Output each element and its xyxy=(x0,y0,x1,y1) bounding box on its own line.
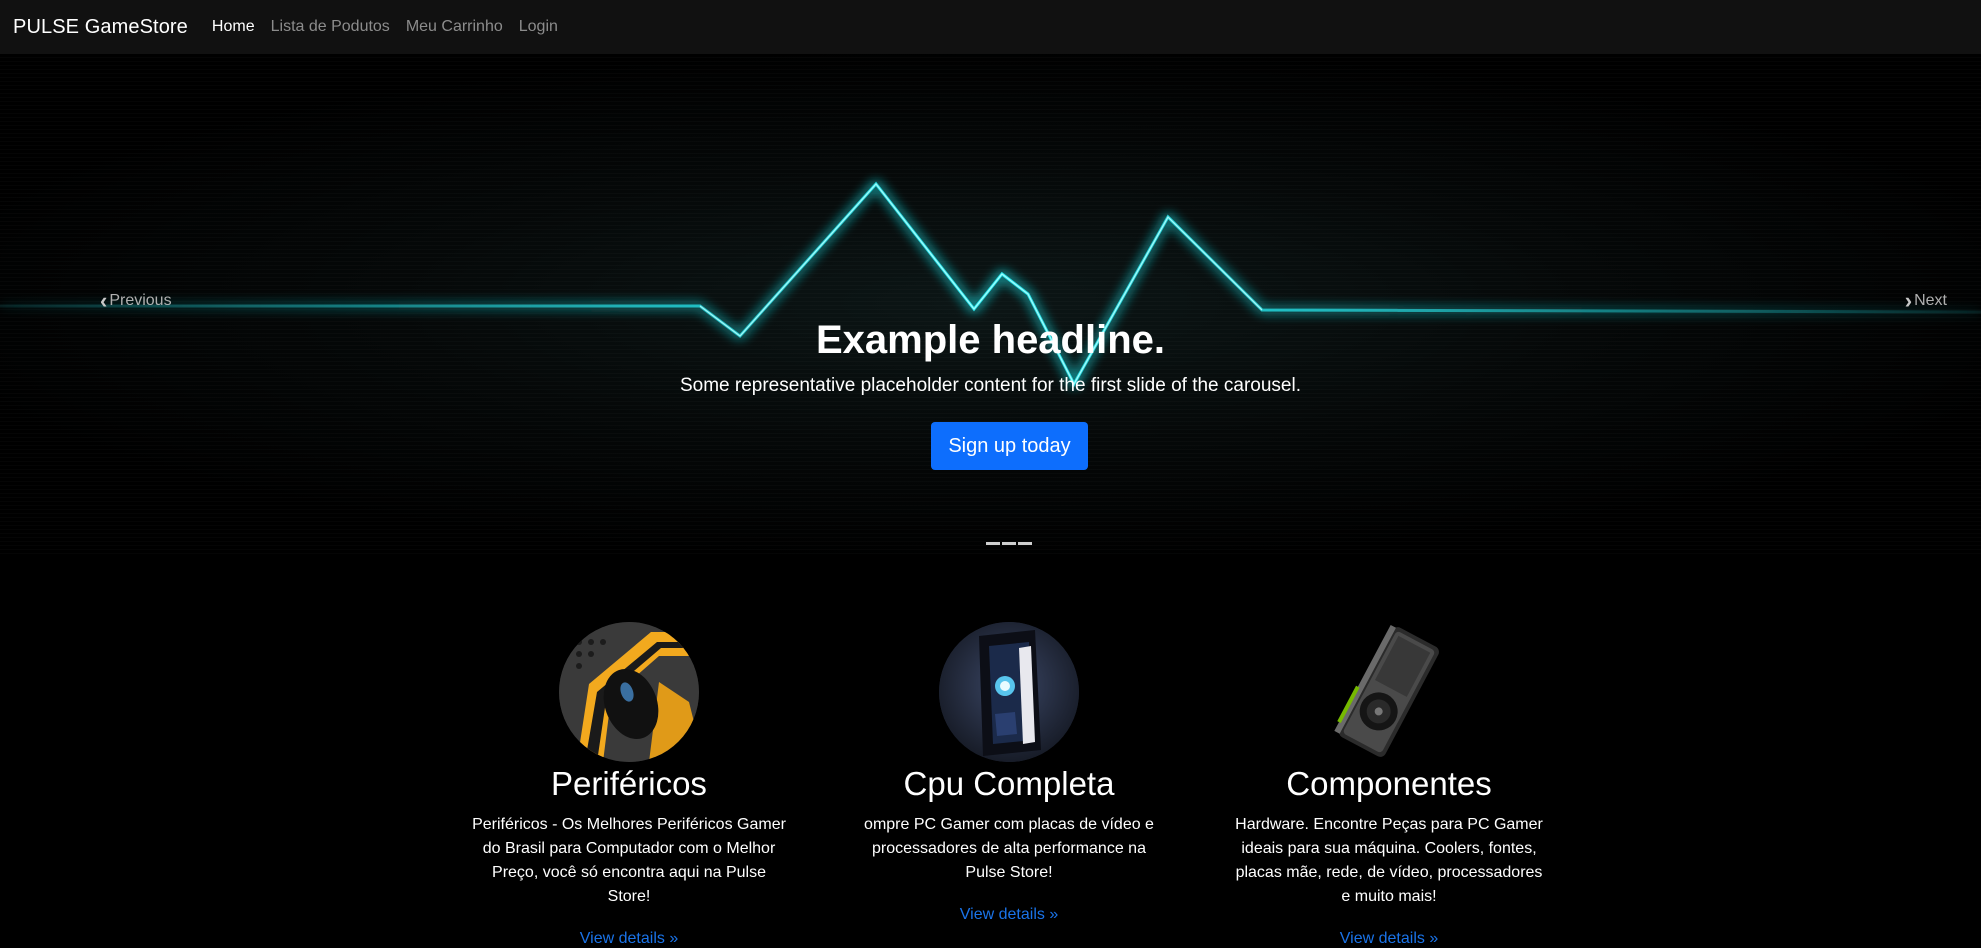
chevron-right-icon: › xyxy=(1904,288,1913,313)
feature-text: Periféricos - Os Melhores Periféricos Ga… xyxy=(472,816,786,905)
pc-case-image xyxy=(939,622,1079,762)
nav-home[interactable]: Home xyxy=(212,18,255,36)
nav-login[interactable]: Login xyxy=(519,18,558,36)
nav-product-list[interactable]: Lista de Podutos xyxy=(271,18,390,36)
feature-title: Cpu Completa xyxy=(903,765,1115,802)
feature-title: Componentes xyxy=(1286,765,1492,802)
feature-cpu-completa: Cpu Completa ompre PC Gamer com placas d… xyxy=(849,622,1169,924)
carousel-subtitle: Some representative placeholder content … xyxy=(679,375,1301,396)
feature-text: Hardware. Encontre Peças para PC Gamer i… xyxy=(1235,816,1543,905)
brand-logo[interactable]: PULSE GameStore xyxy=(13,16,188,39)
gaming-mouse-image xyxy=(559,622,699,762)
navbar: PULSE GameStore Home Lista de Podutos Me… xyxy=(0,0,1981,54)
view-details-link[interactable]: View details » xyxy=(469,930,789,948)
carousel-prev-button[interactable]: ‹ Previous xyxy=(98,290,172,312)
carousel-indicators xyxy=(986,542,1032,545)
hero-carousel: ‹ Previous › Next Example headline. Some… xyxy=(0,54,1981,554)
prev-label: Previous xyxy=(109,292,172,309)
view-details-link[interactable]: View details » xyxy=(849,906,1169,924)
heartbeat-pulse-graphic xyxy=(0,181,1981,388)
carousel-headline: Example headline. xyxy=(815,318,1166,362)
chevron-left-icon: ‹ xyxy=(100,288,108,313)
carousel-indicator[interactable] xyxy=(986,542,1000,545)
carousel-indicator[interactable] xyxy=(1018,542,1032,545)
carousel-indicator[interactable] xyxy=(1002,542,1016,545)
feature-text: ompre PC Gamer com placas de vídeo e pro… xyxy=(864,816,1154,881)
view-details-link[interactable]: View details » xyxy=(1229,930,1549,948)
nav-cart[interactable]: Meu Carrinho xyxy=(406,18,503,36)
signup-button[interactable]: Sign up today xyxy=(931,422,1088,470)
graphics-card-image xyxy=(1319,622,1459,762)
feature-title: Periféricos xyxy=(551,765,707,802)
feature-perifericos: Periféricos Periféricos - Os Melhores Pe… xyxy=(469,622,789,948)
carousel-next-button[interactable]: › Next xyxy=(1903,290,1947,312)
next-label: Next xyxy=(1914,292,1947,309)
feature-componentes: Componentes Hardware. Encontre Peças par… xyxy=(1229,622,1549,948)
